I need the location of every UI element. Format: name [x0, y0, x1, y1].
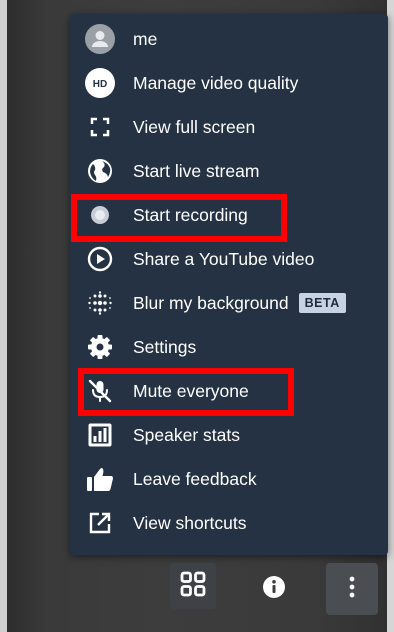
tile-view-icon	[180, 571, 206, 602]
avatar-icon	[85, 24, 115, 54]
bar-chart-icon	[85, 420, 115, 450]
menu-item-label: Manage video quality	[133, 72, 299, 93]
more-options-button[interactable]	[326, 563, 378, 615]
beta-badge: BETA	[298, 293, 346, 313]
external-link-icon	[85, 508, 115, 538]
right-edge	[387, 0, 394, 632]
menu-item-settings[interactable]: Settings	[70, 325, 388, 369]
menu-item-label: Share a YouTube video	[133, 248, 315, 269]
menu-item-label: Mute everyone	[133, 380, 249, 401]
play-circle-icon	[85, 244, 115, 274]
menu-item-mute-everyone[interactable]: Mute everyone	[70, 369, 388, 413]
tile-view-button[interactable]	[170, 563, 216, 609]
menu-item-view-shortcuts[interactable]: View shortcuts	[70, 501, 388, 545]
menu-item-label: Settings	[133, 336, 197, 357]
menu-item-share-youtube[interactable]: Share a YouTube video	[70, 237, 388, 281]
mic-off-icon	[85, 376, 115, 406]
menu-item-label: me	[133, 28, 158, 49]
blur-icon	[85, 288, 115, 318]
menu-item-leave-feedback[interactable]: Leave feedback	[70, 457, 388, 501]
menu-item-label: Blur my background	[133, 292, 289, 313]
menu-item-live-stream[interactable]: Start live stream	[70, 149, 388, 193]
left-edge	[0, 0, 7, 632]
overflow-menu: me HD Manage video quality View full scr…	[70, 14, 388, 555]
info-icon	[262, 575, 286, 604]
menu-item-profile[interactable]: me	[70, 17, 388, 61]
menu-item-label: View shortcuts	[133, 512, 247, 533]
menu-item-label: View full screen	[133, 116, 256, 137]
record-icon	[85, 200, 115, 230]
menu-item-label: Start recording	[133, 204, 248, 225]
menu-item-label: Leave feedback	[133, 468, 257, 489]
menu-item-label: Speaker stats	[133, 424, 240, 445]
menu-item-label: Start live stream	[133, 160, 260, 181]
gear-icon	[85, 332, 115, 362]
menu-item-speaker-stats[interactable]: Speaker stats	[70, 413, 388, 457]
menu-item-fullscreen[interactable]: View full screen	[70, 105, 388, 149]
hd-icon: HD	[85, 68, 115, 98]
thumbs-up-icon	[85, 464, 115, 494]
info-button[interactable]	[251, 566, 297, 612]
hd-icon-text: HD	[93, 79, 107, 90]
globe-icon	[85, 156, 115, 186]
menu-item-blur-background[interactable]: Blur my background BETA	[70, 281, 388, 325]
menu-item-video-quality[interactable]: HD Manage video quality	[70, 61, 388, 105]
more-vertical-icon	[348, 575, 356, 604]
menu-item-start-recording[interactable]: Start recording	[70, 193, 388, 237]
fullscreen-icon	[85, 112, 115, 142]
